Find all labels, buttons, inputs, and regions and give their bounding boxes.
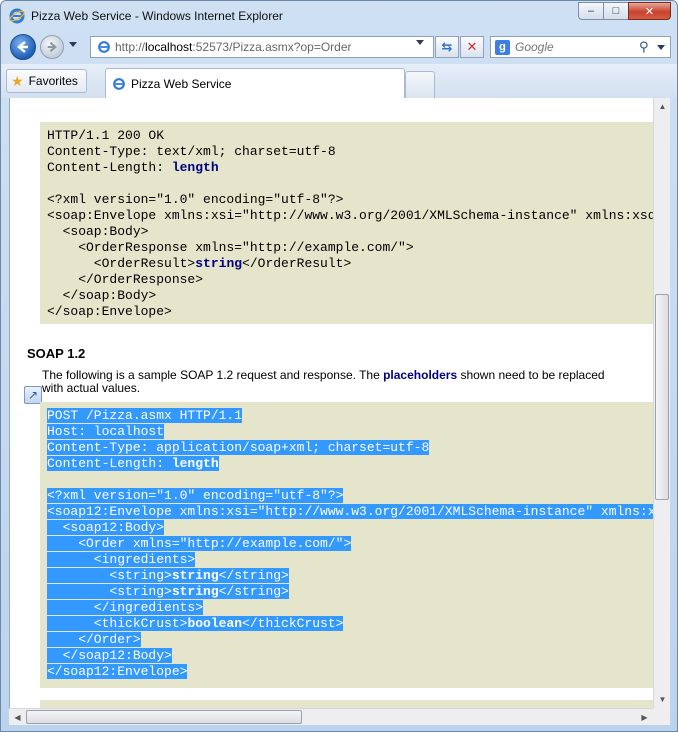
vertical-scrollbar[interactable]: ▲ ▼ xyxy=(653,98,670,708)
code-line: Content-Length: length xyxy=(47,160,219,175)
back-button[interactable] xyxy=(10,34,36,60)
soap12-request-code-block[interactable]: POST /Pizza.asmx HTTP/1.1 Host: localhost… xyxy=(40,402,653,688)
search-icon[interactable]: ⚲ xyxy=(639,39,653,55)
scrollbar-corner xyxy=(653,708,670,725)
tab-label: Pizza Web Service xyxy=(131,76,232,91)
vertical-scroll-thumb[interactable] xyxy=(655,294,669,500)
soap12-intro-text: The following is a sample SOAP 1.2 reque… xyxy=(42,368,605,395)
close-window-button[interactable]: ✕ xyxy=(628,2,671,20)
favorites-label: Favorites xyxy=(28,74,78,88)
code-line: </soap:Envelope> xyxy=(47,304,172,319)
soap11-response-code-block: HTTP/1.1 200 OK Content-Type: text/xml; c… xyxy=(40,122,653,324)
page-viewport[interactable]: HTTP/1.1 200 OK Content-Type: text/xml; c… xyxy=(9,98,653,708)
code-line: Content-Type: application/soap+xml; char… xyxy=(47,440,430,455)
new-tab-button[interactable] xyxy=(405,71,435,98)
forward-button[interactable] xyxy=(40,35,64,59)
code-line: <thickCrust>boolean</thickCrust> xyxy=(47,616,344,631)
internet-explorer-icon xyxy=(9,8,25,24)
favorites-button[interactable]: ★ Favorites xyxy=(6,69,87,93)
code-placeholder: string xyxy=(171,584,219,599)
code-line: <soap:Body> xyxy=(47,224,149,239)
code-line: </Order> xyxy=(47,632,141,647)
horizontal-scrollbar[interactable]: ◀ ▶ xyxy=(9,708,653,725)
address-url[interactable]: http://localhost:52573/Pizza.asmx?op=Ord… xyxy=(115,40,352,54)
code-placeholder: length xyxy=(171,456,219,471)
internet-explorer-page-icon xyxy=(113,77,125,90)
soap12-response-code-block xyxy=(40,700,653,708)
code-line: Host: localhost xyxy=(47,424,165,439)
scroll-up-arrow-icon[interactable]: ▲ xyxy=(654,98,671,115)
code-line: <Order xmlns="http://example.com/"> xyxy=(47,536,352,551)
scroll-down-arrow-icon[interactable]: ▼ xyxy=(654,691,671,708)
code-placeholder: string xyxy=(195,256,243,271)
code-placeholder: string xyxy=(171,568,219,583)
navigation-bar: http://localhost:52573/Pizza.asmx?op=Ord… xyxy=(1,30,677,64)
code-line: </soap12:Body> xyxy=(47,648,172,663)
refresh-button[interactable]: ⇆ xyxy=(435,36,459,58)
code-line: </soap12:Envelope> xyxy=(47,664,188,679)
stop-button[interactable]: ✕ xyxy=(460,36,484,58)
code-line: <ingredients> xyxy=(47,552,196,567)
search-options-dropdown[interactable] xyxy=(657,44,665,50)
code-line: <?xml version="1.0" encoding="utf-8"?> xyxy=(47,192,344,207)
code-line: Content-Length: length xyxy=(47,456,219,471)
favorites-star-icon: ★ xyxy=(11,72,24,89)
code-line: <soap:Envelope xmlns:xsi="http://www.w3.… xyxy=(47,208,653,223)
code-line: POST /Pizza.asmx HTTP/1.1 xyxy=(47,408,243,423)
recent-pages-dropdown[interactable] xyxy=(69,42,77,47)
code-line: </OrderResponse> xyxy=(47,272,204,287)
code-line: </ingredients> xyxy=(47,600,204,615)
code-line: <string>string</string> xyxy=(47,584,289,599)
window-title: Pizza Web Service - Windows Internet Exp… xyxy=(31,9,283,23)
code-placeholder: length xyxy=(171,160,219,175)
code-line: <?xml version="1.0" encoding="utf-8"?> xyxy=(47,488,344,503)
tab-bar: ★ Favorites Pizza Web Service xyxy=(1,64,677,98)
tab-pizza-web-service[interactable]: Pizza Web Service xyxy=(105,68,405,98)
maximize-button[interactable]: □ xyxy=(603,2,629,20)
search-box[interactable]: g Google ⚲ xyxy=(490,36,671,58)
code-line: <string>string</string> xyxy=(47,568,289,583)
address-dropdown[interactable] xyxy=(416,40,424,45)
internet-explorer-page-icon xyxy=(98,41,110,53)
title-bar[interactable]: Pizza Web Service - Windows Internet Exp… xyxy=(1,1,677,30)
code-line: <OrderResult>string</OrderResult> xyxy=(47,256,352,271)
code-line: <OrderResponse xmlns="http://example.com… xyxy=(47,240,414,255)
minimize-button[interactable]: – xyxy=(578,2,604,20)
scroll-left-arrow-icon[interactable]: ◀ xyxy=(9,709,26,726)
soap12-heading: SOAP 1.2 xyxy=(27,346,86,361)
arrow-left-icon xyxy=(17,41,28,53)
horizontal-scroll-thumb[interactable] xyxy=(26,710,302,724)
browser-window: Pizza Web Service - Windows Internet Exp… xyxy=(0,0,678,732)
code-line: HTTP/1.1 200 OK xyxy=(47,128,165,143)
arrow-right-icon xyxy=(47,41,58,53)
stop-icon: ✕ xyxy=(466,39,478,54)
code-line: Content-Type: text/xml; charset=utf-8 xyxy=(47,144,336,159)
refresh-icon: ⇆ xyxy=(441,39,453,54)
placeholders-text: placeholders xyxy=(383,368,458,382)
caption-buttons: – □ ✕ xyxy=(578,2,671,20)
code-placeholder: boolean xyxy=(187,616,243,631)
search-input[interactable]: Google xyxy=(515,40,639,54)
google-icon: g xyxy=(495,39,510,55)
code-line: <soap12:Body> xyxy=(47,520,165,535)
scroll-right-arrow-icon[interactable]: ▶ xyxy=(636,709,653,726)
address-bar[interactable]: http://localhost:52573/Pizza.asmx?op=Ord… xyxy=(90,36,434,58)
code-line: </soap:Body> xyxy=(47,288,157,303)
code-line: <soap12:Envelope xmlns:xsi="http://www.w… xyxy=(47,504,653,520)
